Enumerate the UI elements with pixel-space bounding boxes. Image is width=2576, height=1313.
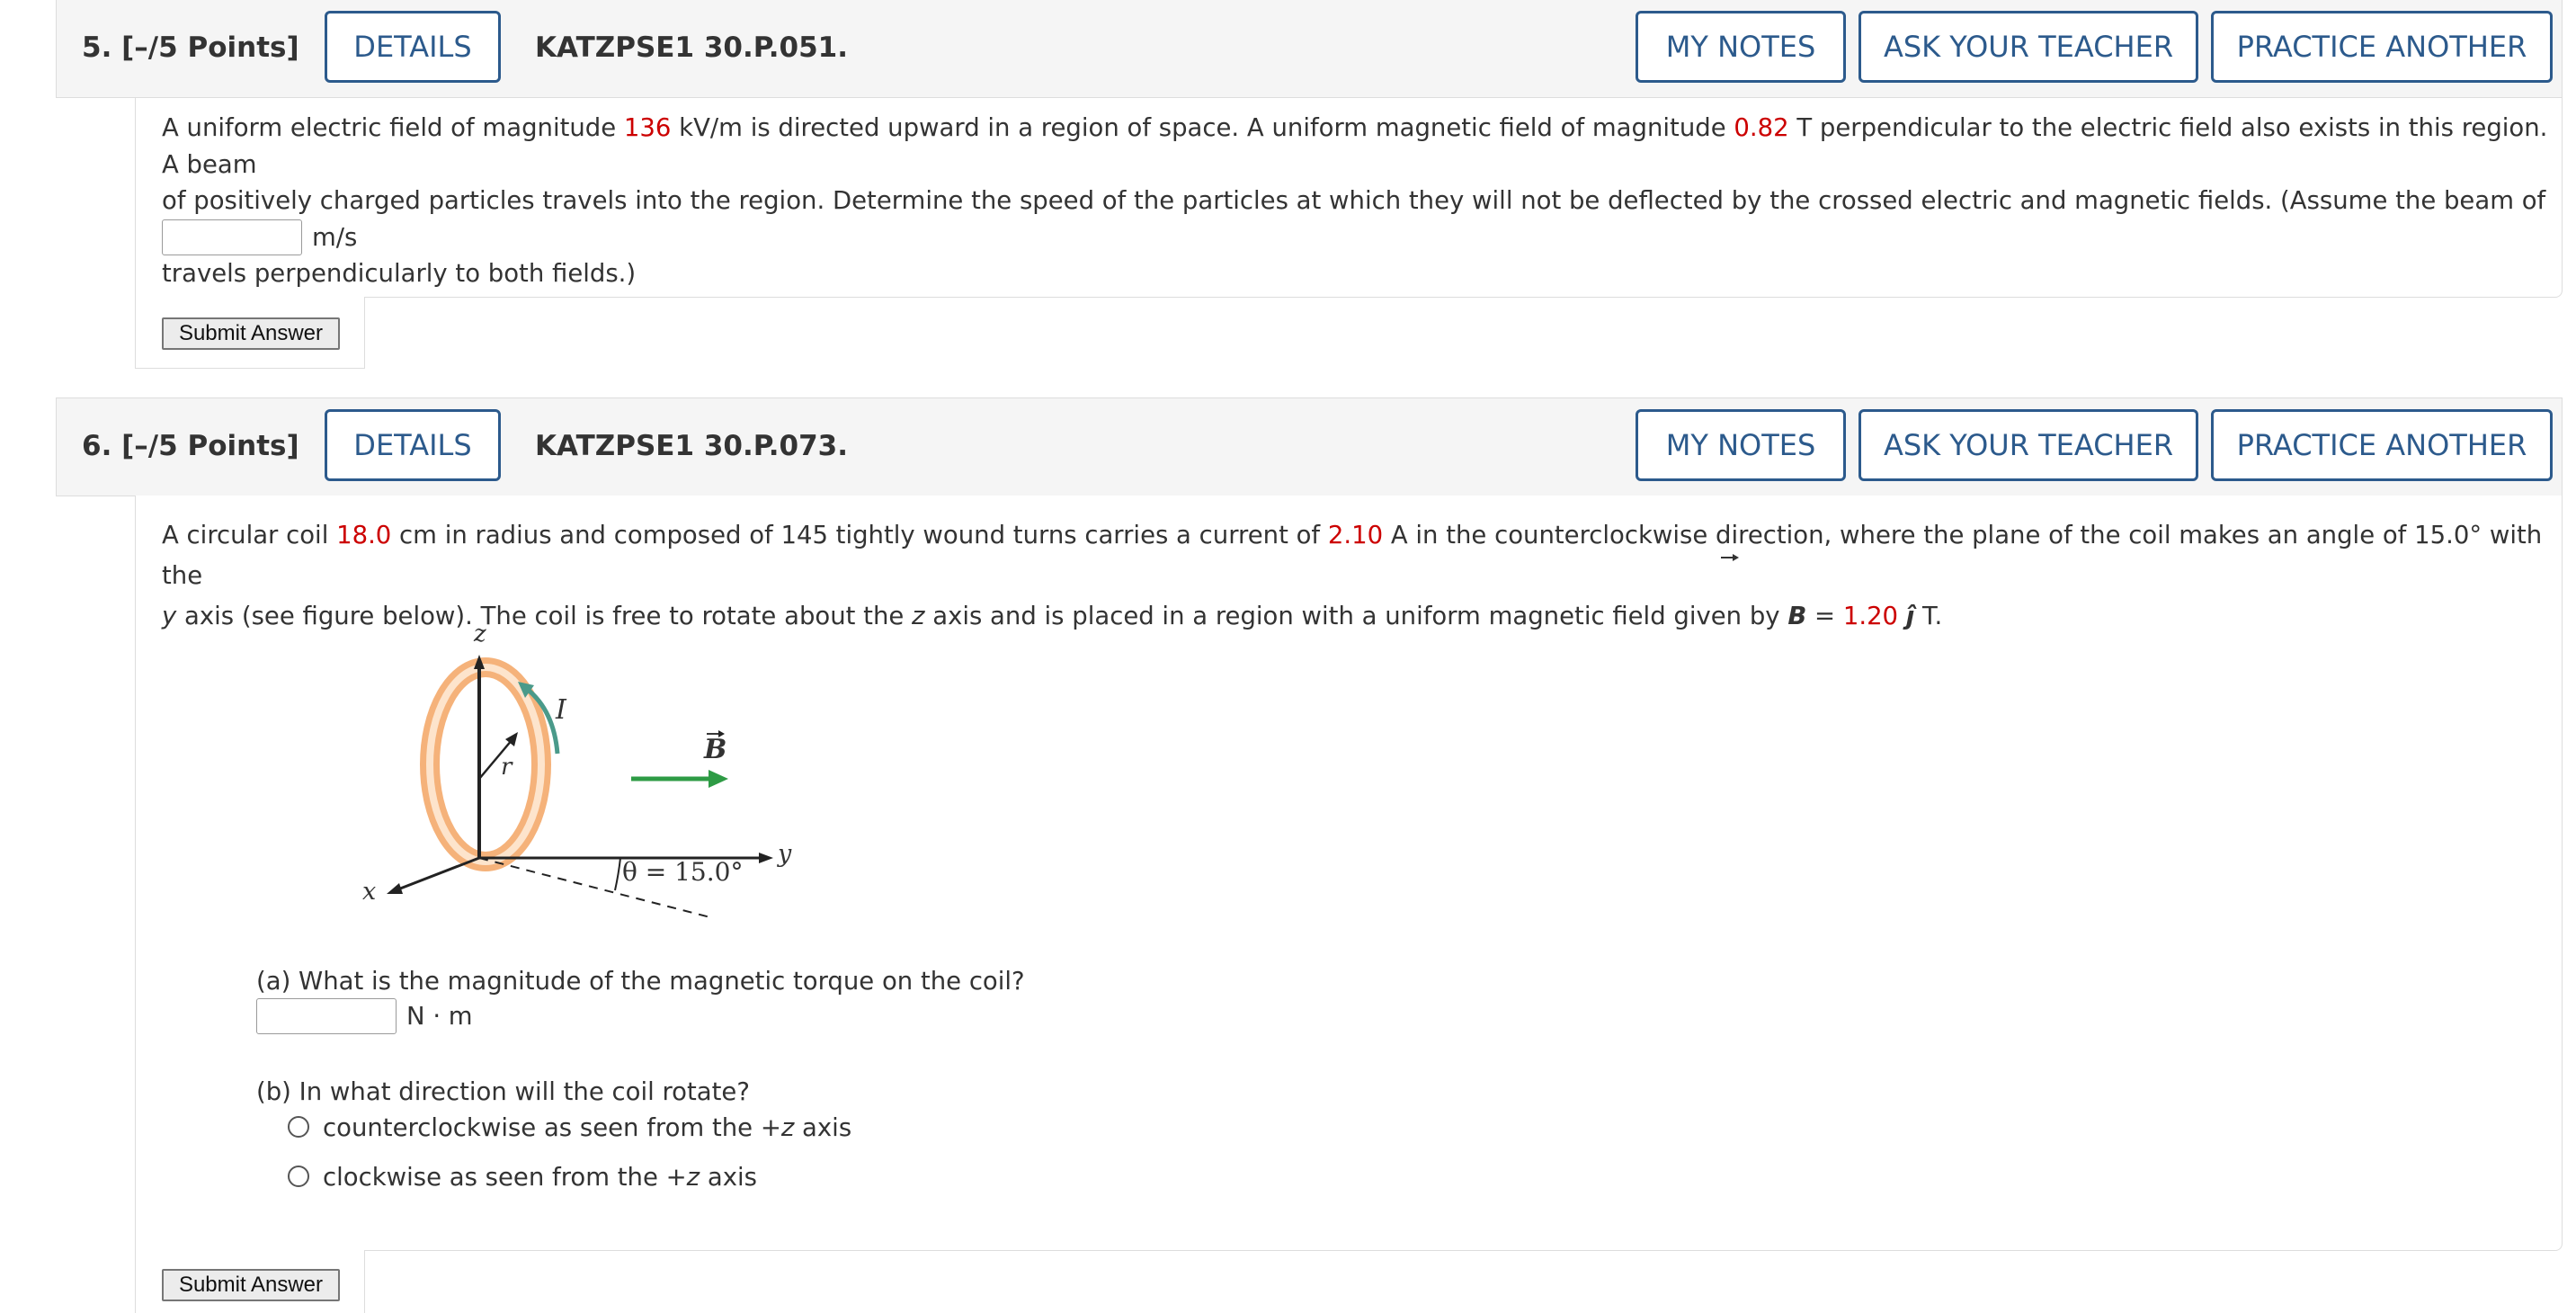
q6-part-b-question: (b) In what direction will the coil rota… (256, 1077, 750, 1106)
q5-ask-teacher-button[interactable]: ASK YOUR TEACHER (1858, 11, 2198, 83)
q6-option-counterclockwise-radio[interactable] (288, 1116, 309, 1138)
q6-part-a-question: (a) What is the magnitude of the magneti… (256, 967, 1025, 996)
figure-x-label: x (362, 878, 377, 906)
q6-details-button[interactable]: DETAILS (325, 409, 501, 481)
q6-points: 6. [–/5 Points] (82, 430, 299, 462)
q5-header: 5. [–/5 Points] DETAILS KATZPSE1 30.P.05… (56, 0, 2563, 98)
figure-current-label: I (556, 694, 566, 726)
q6-part-a-unit: N · m (406, 1002, 473, 1031)
q5-answer-unit: m/s (312, 223, 358, 252)
q6-question-id: KATZPSE1 30.P.073. (535, 430, 849, 462)
q6-practice-another-button[interactable]: PRACTICE ANOTHER (2211, 409, 2553, 481)
q5-points: 5. [–/5 Points] (82, 31, 299, 64)
q6-part-a-answer-input[interactable] (256, 998, 397, 1034)
q6-my-notes-button[interactable]: MY NOTES (1636, 409, 1846, 481)
q6-option-clockwise-label[interactable]: clockwise as seen from the +z axis (323, 1159, 757, 1195)
q5-text-line-2: of positively charged particles travels … (162, 186, 2546, 252)
q5-question-text: A uniform electric field of magnitude 13… (162, 110, 2554, 292)
q5-details-button[interactable]: DETAILS (325, 11, 501, 83)
figure-z-label: z (474, 621, 486, 648)
figure-y-label: y (778, 840, 792, 868)
q6-option-counterclockwise-label[interactable]: counterclockwise as seen from the +z axi… (323, 1110, 851, 1146)
q5-my-notes-button[interactable]: MY NOTES (1636, 11, 1846, 83)
coil-figure (387, 655, 773, 918)
q6-header: 6. [–/5 Points] DETAILS KATZPSE1 30.P.07… (56, 397, 2563, 496)
x-axis (395, 856, 480, 892)
q5-submit-button[interactable]: Submit Answer (162, 317, 340, 350)
q5-practice-another-button[interactable]: PRACTICE ANOTHER (2211, 11, 2553, 83)
figure-b-label: B (704, 734, 727, 765)
vector-arrow-icon (1721, 554, 1739, 561)
q5-answer-input[interactable] (162, 219, 302, 255)
q5-text-line-1: A uniform electric field of magnitude 13… (162, 113, 2548, 179)
q6-submit-button[interactable]: Submit Answer (162, 1269, 340, 1301)
q6-ask-teacher-button[interactable]: ASK YOUR TEACHER (1858, 409, 2198, 481)
figure-angle-label: θ = 15.0° (622, 857, 744, 887)
q5-magnetic-value: 0.82 (1734, 113, 1789, 142)
q6-question-text: A circular coil 18.0 cm in radius and co… (162, 515, 2554, 637)
q5-question-id: KATZPSE1 30.P.051. (535, 31, 849, 64)
q6-current-value: 2.10 (1327, 521, 1384, 549)
figure-r-label: r (501, 754, 513, 781)
q6-option-clockwise-radio[interactable] (288, 1166, 309, 1187)
q6-text-line-1: A circular coil 18.0 cm in radius and co… (162, 521, 2543, 590)
q5-text-line-3: travels perpendicularly to both fields.) (162, 259, 637, 288)
q5-field-value: 136 (623, 113, 672, 142)
q6-field-value: 1.20 (1842, 602, 1899, 630)
q6-radius-value: 18.0 (336, 521, 392, 549)
